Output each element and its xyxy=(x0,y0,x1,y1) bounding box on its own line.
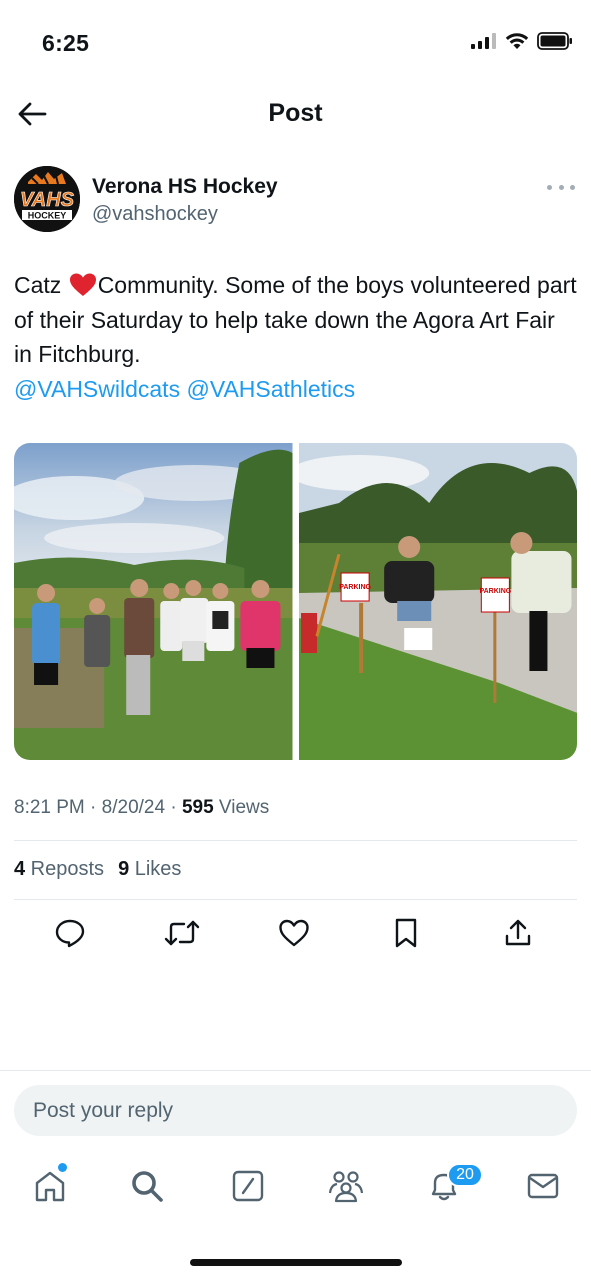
bookmark-icon xyxy=(395,918,417,948)
share-button[interactable] xyxy=(500,915,536,951)
notifications-badge: 20 xyxy=(447,1163,483,1187)
reply-button[interactable] xyxy=(52,915,88,951)
post-author: VAHS HOCKEY Verona HS Hockey @vahshockey xyxy=(14,166,577,236)
svg-text:HOCKEY: HOCKEY xyxy=(28,211,67,221)
tweet-text-part2: Community. Some of the boys volunteered … xyxy=(14,272,577,367)
post-actions xyxy=(0,915,591,955)
views-label: Views xyxy=(213,797,270,818)
post-time: 8:21 PM xyxy=(14,797,85,818)
tab-compose[interactable] xyxy=(228,1166,268,1206)
media-gallery: PARKING PARKING xyxy=(14,443,577,760)
reply-divider xyxy=(0,1070,591,1071)
communities-icon xyxy=(328,1171,364,1203)
home-unread-dot xyxy=(58,1163,67,1172)
messages-icon xyxy=(527,1173,559,1199)
post-meta: 8:21 PM · 8/20/24 · 595 Views xyxy=(14,797,269,819)
home-indicator xyxy=(190,1259,402,1266)
reply-input[interactable] xyxy=(14,1085,577,1136)
bookmark-button[interactable] xyxy=(388,915,424,951)
meta-separator: · xyxy=(84,797,102,818)
likes-count: 9 xyxy=(118,858,130,880)
tab-messages[interactable] xyxy=(523,1166,563,1206)
mention-link-vahsathletics[interactable]: @VAHSathletics xyxy=(186,376,355,402)
meta-separator: · xyxy=(165,797,182,818)
svg-text:PARKING: PARKING xyxy=(479,588,511,595)
mention-link-vahswildcats[interactable]: @VAHSwildcats xyxy=(14,376,180,402)
svg-text:VAHS: VAHS xyxy=(20,189,75,211)
tweet-text: Catz Community. Some of the boys volunte… xyxy=(14,268,579,406)
cellular-signal-icon xyxy=(471,33,496,49)
like-button[interactable] xyxy=(276,915,312,951)
search-icon xyxy=(132,1171,163,1202)
divider xyxy=(14,840,577,841)
status-time: 6:25 xyxy=(42,30,90,56)
svg-text:PARKING: PARKING xyxy=(339,584,371,591)
parking-signs-photo-image: PARKING PARKING xyxy=(298,443,577,760)
home-icon xyxy=(35,1171,65,1202)
tab-communities[interactable] xyxy=(326,1166,366,1206)
status-bar: 6:25 xyxy=(0,0,591,88)
like-icon xyxy=(279,919,309,947)
red-heart-emoji xyxy=(69,273,96,296)
share-icon xyxy=(505,919,531,946)
wifi-icon xyxy=(505,33,529,49)
more-options-icon[interactable] xyxy=(547,180,575,194)
page-title: Post xyxy=(268,99,323,127)
tweet-text-part1: Catz xyxy=(14,272,68,298)
tab-home[interactable] xyxy=(30,1166,70,1206)
post-header: Post xyxy=(0,88,591,140)
views-count: 595 xyxy=(181,797,214,818)
divider xyxy=(14,899,577,900)
reposts-stat[interactable]: 4 Reposts xyxy=(14,858,104,881)
vahs-hockey-logo: VAHS HOCKEY xyxy=(14,166,80,232)
battery-icon xyxy=(537,32,572,50)
status-icons xyxy=(471,32,573,50)
post-date: 8/20/24 xyxy=(101,797,166,818)
likes-label: Likes xyxy=(129,858,182,880)
repost-button[interactable] xyxy=(164,915,200,951)
compose-icon xyxy=(232,1170,264,1202)
author-handle[interactable]: @vahshockey xyxy=(92,203,218,226)
likes-stat[interactable]: 9 Likes xyxy=(118,858,181,881)
tab-search[interactable] xyxy=(127,1166,167,1206)
reply-icon xyxy=(55,919,85,948)
group-photo[interactable] xyxy=(14,443,293,760)
parking-signs-photo[interactable]: PARKING PARKING xyxy=(298,443,577,760)
post-stats: 4 Reposts 9 Likes xyxy=(14,858,181,881)
reposts-count: 4 xyxy=(14,858,26,880)
bottom-tab-bar xyxy=(0,1160,591,1216)
group-photo-image xyxy=(14,443,293,760)
repost-icon xyxy=(164,920,200,946)
author-name[interactable]: Verona HS Hockey xyxy=(92,175,278,199)
avatar[interactable]: VAHS HOCKEY xyxy=(14,166,80,232)
reposts-label: Reposts xyxy=(25,858,105,880)
